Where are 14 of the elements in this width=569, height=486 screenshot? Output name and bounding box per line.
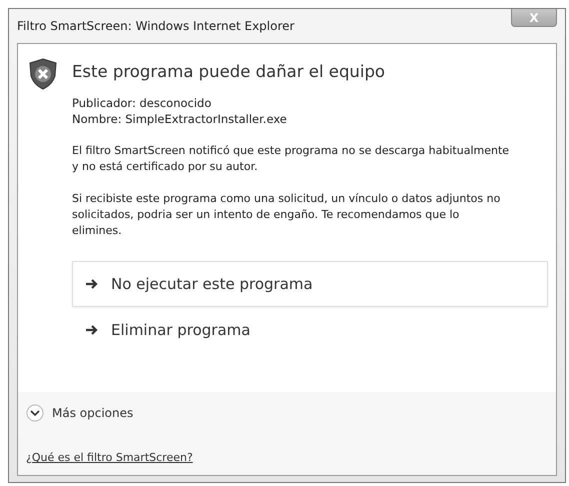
detail-text: Nombre: SimpleExtractorInstaller.exe: [72, 111, 288, 127]
message-text: Si recibiste este programa como una solicitud, un vínculo o datos adjuntos no solicitados, podria ser un intento de engaño. Te recomendamos que lo elimines.: [72, 191, 502, 239]
arrow-icon: [85, 278, 99, 290]
option-button[interactable]: Eliminar programa: [72, 307, 548, 353]
arrow-icon: [85, 324, 99, 336]
more-options-toggle[interactable]: Más opciones: [26, 404, 548, 422]
warning-heading: Este programa puede dañar el equipo: [72, 62, 386, 81]
message-text: El filtro SmartScreen notificó que este programa no se descarga habitualmente y no está certificado por su autor.: [72, 143, 510, 175]
detail-text: Publicador: desconocido: [72, 95, 212, 111]
shield-error-icon: [28, 58, 58, 90]
help-link[interactable]: ¿Qué es el filtro SmartScreen?: [26, 451, 193, 464]
window-title: Filtro SmartScreen: Windows Internet Explorer: [17, 19, 294, 33]
option-button[interactable]: No ejecutar este programa: [72, 261, 548, 307]
chevron-icon: [26, 404, 44, 422]
